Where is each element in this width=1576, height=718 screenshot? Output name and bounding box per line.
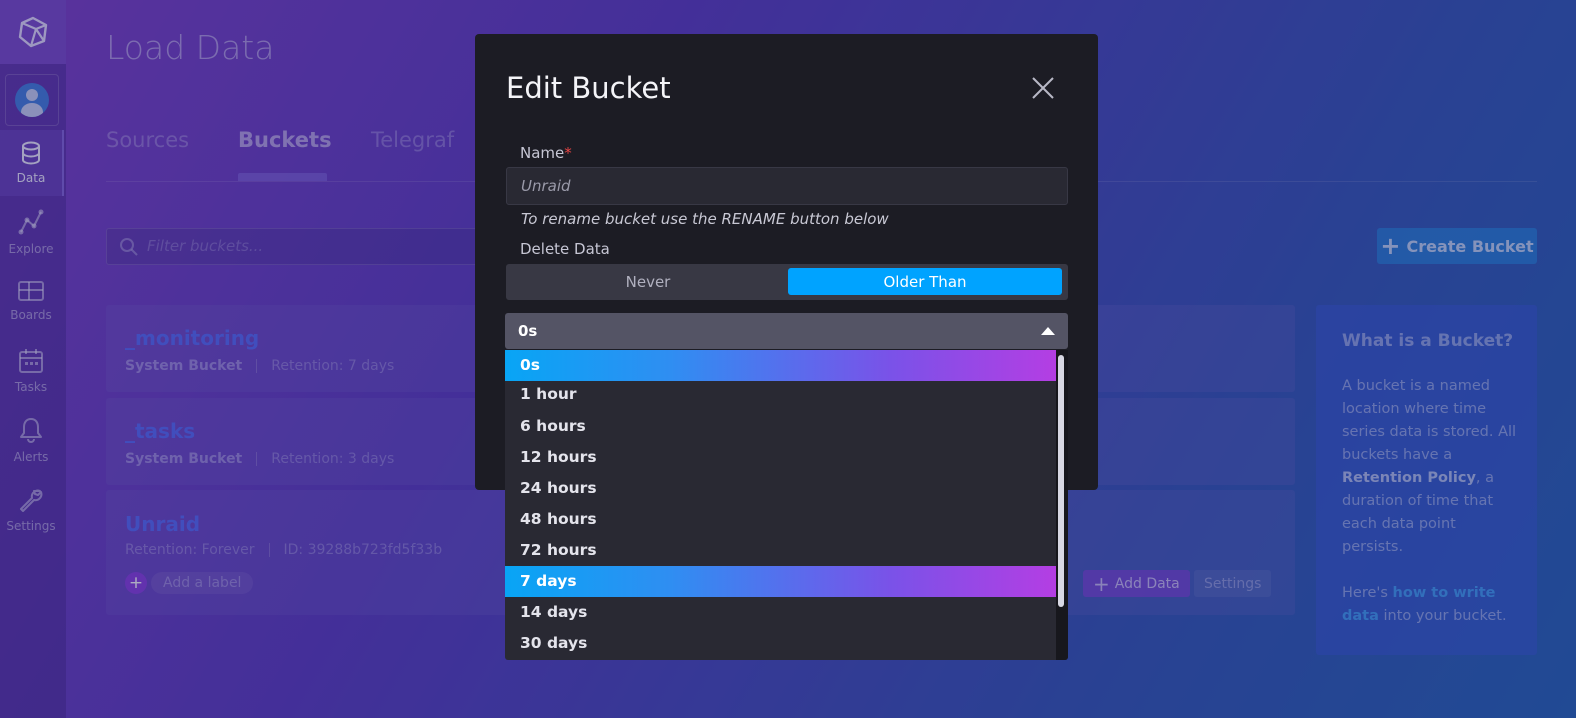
retention-dropdown-menu: 0s 1 hour 6 hours 12 hours 24 hours 48 h… [505, 350, 1068, 660]
name-field-value: Unraid [521, 177, 571, 195]
name-label-text: Name [520, 144, 565, 162]
dropdown-option[interactable]: 72 hours [505, 535, 1056, 566]
app-background: Data Explore Boards Tasks Alerts Setting… [0, 0, 1576, 718]
retention-dropdown[interactable]: 0s [505, 313, 1068, 349]
dropdown-option[interactable]: 7 days [505, 566, 1056, 597]
rename-hint: To rename bucket use the RENAME button b… [521, 210, 889, 228]
dropdown-option[interactable]: 48 hours [505, 504, 1056, 535]
name-label: Name* [520, 144, 572, 162]
option-label: 0s [520, 356, 541, 374]
dialog-title: Edit Bucket [506, 71, 671, 105]
required-mark: * [564, 144, 572, 162]
dropdown-selected-value: 0s [518, 322, 538, 340]
option-label: 30 days [520, 634, 588, 652]
dropdown-option[interactable]: 30 days [505, 628, 1056, 659]
name-field: Unraid [506, 167, 1068, 205]
dropdown-scrollbar-thumb[interactable] [1058, 355, 1064, 607]
toggle-never[interactable]: Never [510, 268, 786, 295]
dropdown-option[interactable]: 1 hour [505, 379, 1056, 410]
caret-up-icon [1041, 327, 1055, 335]
dropdown-option[interactable]: 6 hours [505, 411, 1056, 442]
dropdown-option[interactable]: 0s [505, 350, 1056, 381]
option-label: 48 hours [520, 510, 597, 528]
dropdown-option[interactable]: 24 hours [505, 473, 1056, 504]
option-label: 72 hours [520, 541, 597, 559]
delete-data-toggle: Never Older Than [506, 264, 1068, 300]
option-label: 24 hours [520, 479, 597, 497]
option-label: 1 hour [520, 385, 577, 403]
option-label: 7 days [520, 572, 577, 590]
dropdown-option[interactable]: 12 hours [505, 442, 1056, 473]
option-label: 6 hours [520, 417, 586, 435]
option-label: 14 days [520, 603, 588, 621]
option-label: 12 hours [520, 448, 597, 466]
dropdown-option[interactable]: 14 days [505, 597, 1056, 628]
close-icon[interactable] [1029, 74, 1057, 102]
delete-data-label: Delete Data [520, 240, 610, 258]
toggle-older-than[interactable]: Older Than [788, 268, 1062, 295]
